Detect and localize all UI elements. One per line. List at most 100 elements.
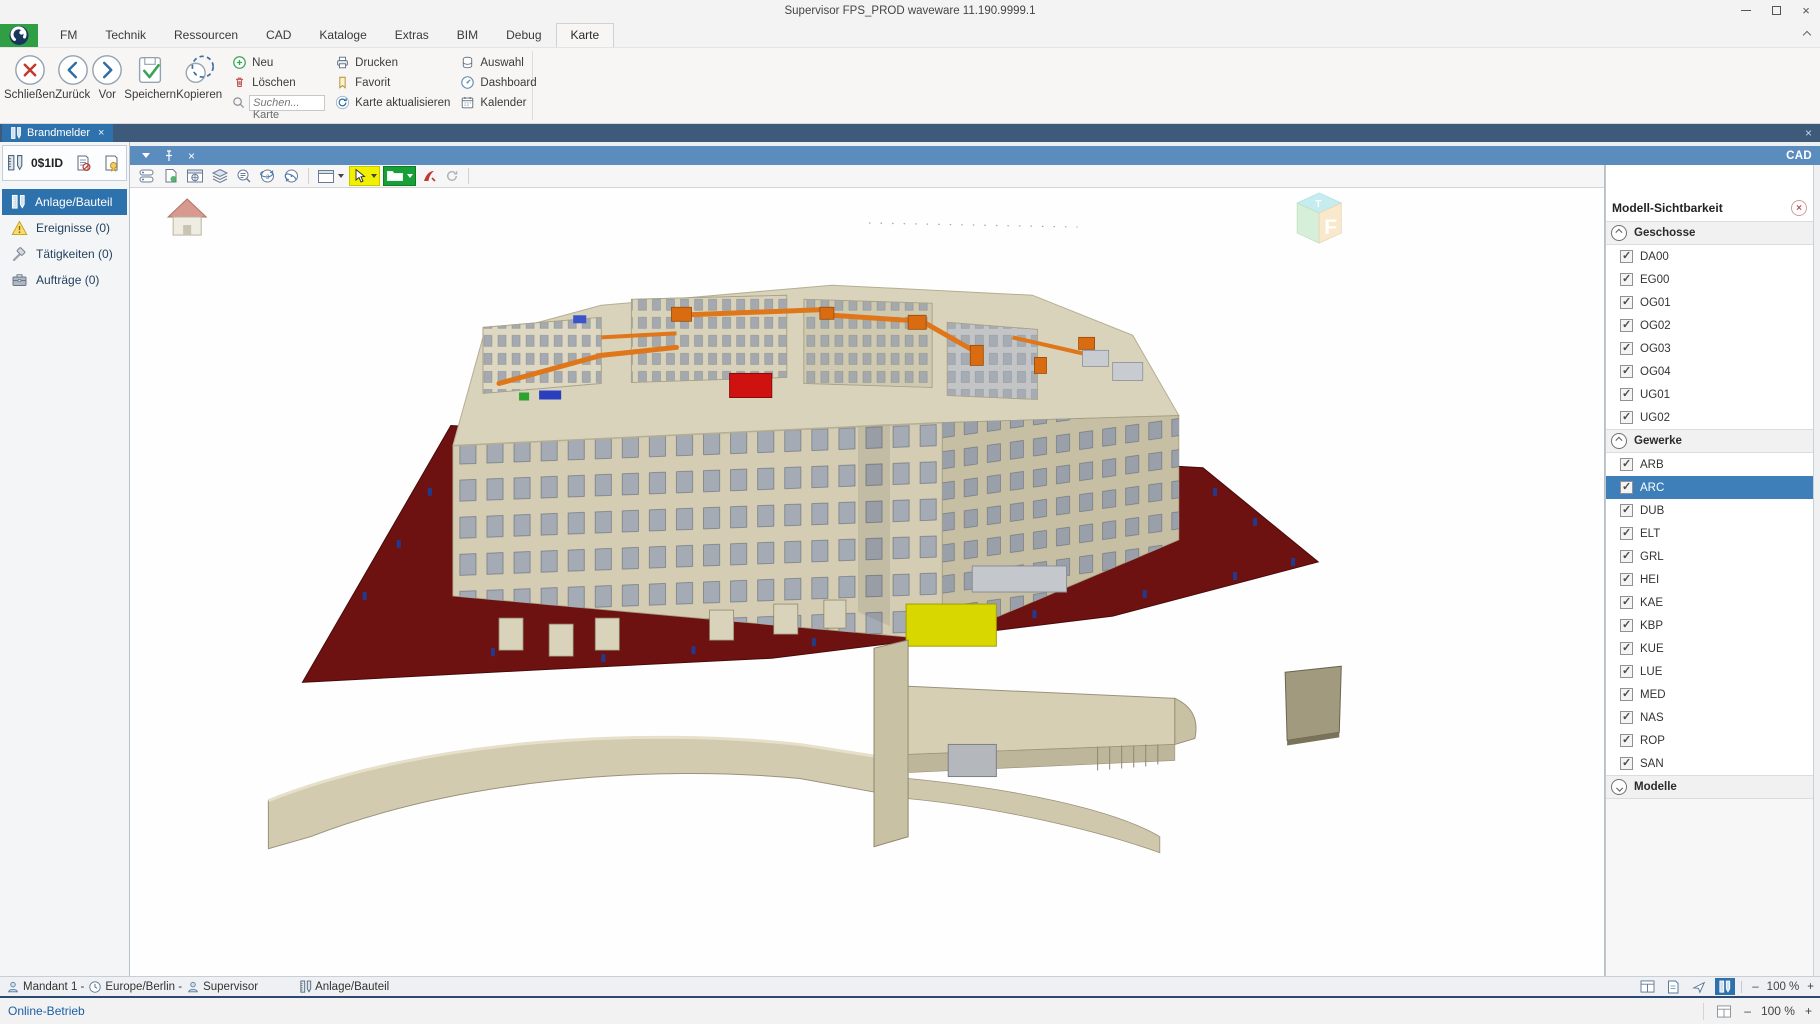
- checkbox-checked-icon[interactable]: [1620, 665, 1633, 678]
- close-icon[interactable]: ×: [1798, 3, 1814, 17]
- forward-button[interactable]: Vor: [90, 50, 124, 112]
- checkbox-checked-icon[interactable]: [1620, 365, 1633, 378]
- expand-icon[interactable]: [1611, 779, 1627, 795]
- panel-menu-icon[interactable]: [142, 153, 150, 158]
- visibility-row[interactable]: KUE: [1606, 637, 1813, 660]
- visibility-row[interactable]: UG01: [1606, 383, 1813, 406]
- orbit-3d-icon[interactable]: 3: [257, 166, 278, 186]
- zoom-out-button[interactable]: –: [1752, 981, 1758, 993]
- dropdown-caret-icon[interactable]: [338, 174, 344, 178]
- checkbox-checked-icon[interactable]: [1620, 411, 1633, 424]
- checkbox-checked-icon[interactable]: [1620, 757, 1633, 770]
- checkbox-checked-icon[interactable]: [1620, 319, 1633, 332]
- visibility-row[interactable]: GRL: [1606, 545, 1813, 568]
- layout-view-icon[interactable]: [1637, 978, 1657, 995]
- sidebar-item-taetigkeiten[interactable]: Tätigkeiten (0): [2, 241, 127, 267]
- visibility-row[interactable]: HEI: [1606, 568, 1813, 591]
- checkbox-checked-icon[interactable]: [1620, 273, 1633, 286]
- document-tab-brandmelder[interactable]: Brandmelder ×: [2, 124, 113, 142]
- cad-canvas[interactable]: 3: [130, 165, 1605, 976]
- menu-tab[interactable]: Ressourcen: [160, 24, 252, 47]
- visibility-row[interactable]: ROP: [1606, 729, 1813, 752]
- layers-icon[interactable]: [209, 166, 231, 186]
- visibility-row[interactable]: MED: [1606, 683, 1813, 706]
- close-record-button[interactable]: Schließen: [4, 50, 55, 112]
- checkbox-checked-icon[interactable]: [1620, 596, 1633, 609]
- dropdown-caret-icon[interactable]: [371, 174, 377, 178]
- menu-tab[interactable]: BIM: [443, 24, 492, 47]
- open-drawing-icon[interactable]: [161, 166, 181, 186]
- zoom-in-button[interactable]: +: [1805, 1004, 1812, 1018]
- sidebar-item-anlage-bauteil[interactable]: Anlage/Bauteil: [2, 189, 127, 215]
- tab-close-icon[interactable]: ×: [98, 127, 104, 139]
- checkbox-checked-icon[interactable]: [1620, 504, 1633, 517]
- app-logo-icon[interactable]: [0, 24, 38, 47]
- checkbox-checked-icon[interactable]: [1620, 250, 1633, 263]
- zoom-extents-icon[interactable]: [234, 166, 254, 186]
- visibility-row[interactable]: ARB: [1606, 453, 1813, 476]
- visibility-row[interactable]: EG00: [1606, 268, 1813, 291]
- navigate-icon[interactable]: [1689, 978, 1709, 995]
- print-button[interactable]: Drucken: [335, 54, 450, 71]
- menu-tab[interactable]: Kataloge: [305, 24, 380, 47]
- visibility-row[interactable]: NAS: [1606, 706, 1813, 729]
- checkbox-checked-icon[interactable]: [1620, 481, 1633, 494]
- menu-tab[interactable]: Extras: [381, 24, 443, 47]
- checkbox-checked-icon[interactable]: [1620, 688, 1633, 701]
- visibility-row[interactable]: LUE: [1606, 660, 1813, 683]
- checkbox-checked-icon[interactable]: [1620, 296, 1633, 309]
- orbit-free-icon[interactable]: [281, 166, 302, 186]
- visibility-row[interactable]: UG02: [1606, 406, 1813, 429]
- checkbox-checked-icon[interactable]: [1620, 642, 1633, 655]
- favorite-button[interactable]: Favorit: [335, 74, 450, 91]
- back-button[interactable]: Zurück: [55, 50, 90, 112]
- save-button[interactable]: Speichern: [124, 50, 176, 112]
- menu-tab[interactable]: Technik: [91, 24, 160, 47]
- tabrow-close-icon[interactable]: ×: [1805, 126, 1812, 140]
- checkbox-checked-icon[interactable]: [1620, 619, 1633, 632]
- new-button[interactable]: Neu: [232, 54, 325, 71]
- section-gewerke[interactable]: Gewerke: [1606, 429, 1813, 453]
- select-cursor-icon[interactable]: [349, 166, 380, 186]
- visibility-row[interactable]: KBP: [1606, 614, 1813, 637]
- visibility-row[interactable]: OG02: [1606, 314, 1813, 337]
- sidebar-item-ereignisse[interactable]: Ereignisse (0): [2, 215, 127, 241]
- zoom-out-button[interactable]: –: [1744, 1004, 1751, 1018]
- layout-view-icon[interactable]: [1714, 1003, 1734, 1020]
- viewport-globe-icon[interactable]: [184, 166, 206, 186]
- delete-button[interactable]: Löschen: [232, 74, 325, 91]
- document-view-icon[interactable]: [1663, 978, 1683, 995]
- dashboard-button[interactable]: Dashboard: [460, 74, 536, 91]
- checkbox-checked-icon[interactable]: [1620, 458, 1633, 471]
- checkbox-checked-icon[interactable]: [1620, 550, 1633, 563]
- collapse-icon[interactable]: [1611, 433, 1627, 449]
- panel-close-icon[interactable]: ×: [1791, 200, 1807, 216]
- visibility-row[interactable]: ARC: [1606, 476, 1813, 499]
- visibility-row[interactable]: OG01: [1606, 291, 1813, 314]
- checkbox-checked-icon[interactable]: [1620, 342, 1633, 355]
- viewport-window-icon[interactable]: [315, 166, 346, 186]
- section-geschosse[interactable]: Geschosse: [1606, 221, 1813, 245]
- menu-tab[interactable]: Karte: [556, 23, 615, 47]
- visibility-row[interactable]: OG04: [1606, 360, 1813, 383]
- pages-icon[interactable]: [136, 166, 158, 186]
- checkbox-checked-icon[interactable]: [1620, 573, 1633, 586]
- certificate-icon[interactable]: [100, 152, 122, 174]
- checkbox-checked-icon[interactable]: [1620, 711, 1633, 724]
- document-block-icon[interactable]: [72, 152, 94, 174]
- visibility-row[interactable]: SAN: [1606, 752, 1813, 775]
- zoom-in-button[interactable]: +: [1807, 981, 1814, 993]
- menu-tab[interactable]: Debug: [492, 24, 555, 47]
- visibility-row[interactable]: ELT: [1606, 522, 1813, 545]
- copy-button[interactable]: Kopieren: [176, 50, 222, 112]
- checkbox-checked-icon[interactable]: [1620, 527, 1633, 540]
- visibility-row[interactable]: OG03: [1606, 337, 1813, 360]
- layer-folder-icon[interactable]: [383, 166, 416, 186]
- dropdown-caret-icon[interactable]: [407, 174, 413, 178]
- section-modelle[interactable]: Modelle: [1606, 775, 1813, 799]
- pin-icon[interactable]: [164, 150, 174, 162]
- panel-close-icon[interactable]: ×: [188, 149, 195, 163]
- refresh-view-icon[interactable]: [442, 166, 462, 186]
- menu-tab[interactable]: CAD: [252, 24, 305, 47]
- maximize-icon[interactable]: [1768, 3, 1784, 17]
